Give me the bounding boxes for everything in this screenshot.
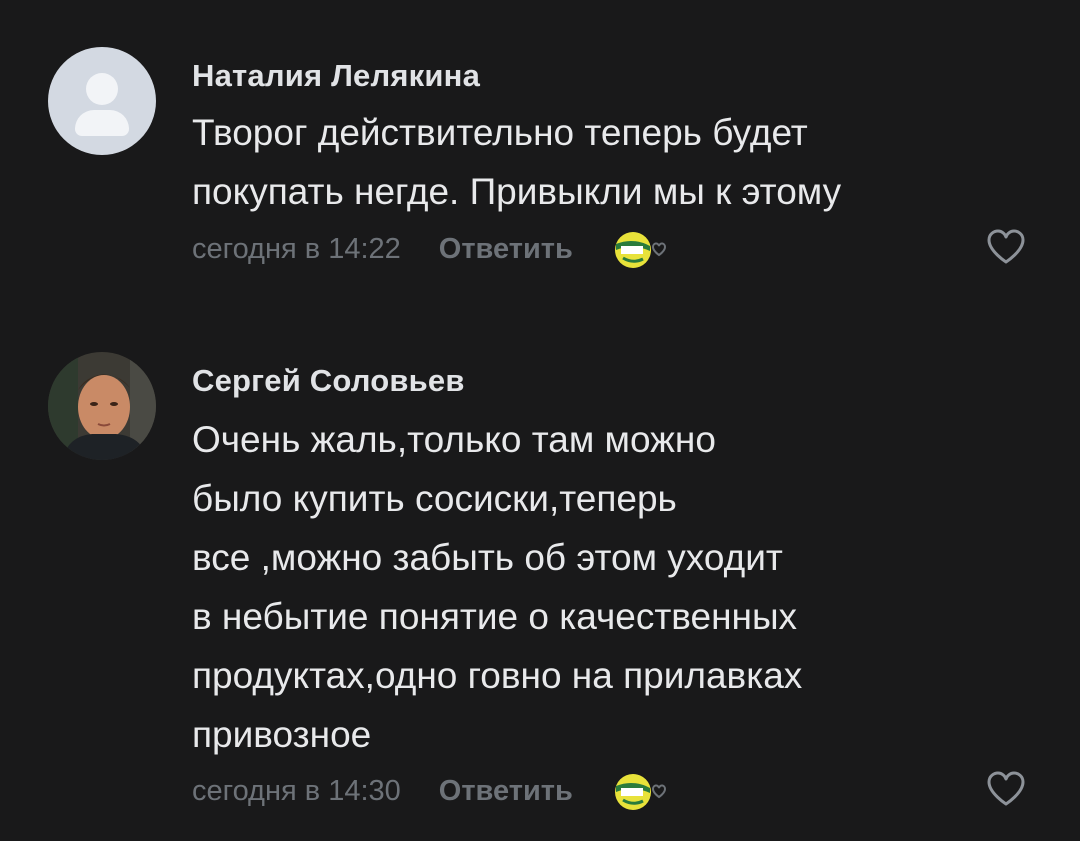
user-placeholder-icon: [86, 73, 118, 105]
user-photo: [48, 352, 156, 460]
avatar[interactable]: [48, 352, 156, 460]
like-heart-icon[interactable]: [985, 770, 1027, 808]
comment-meta: сегодня в 14:22 Ответить: [192, 228, 667, 270]
comment-author[interactable]: Наталия Лелякина: [192, 58, 480, 94]
comment-author[interactable]: Сергей Соловьев: [192, 363, 465, 399]
comment-timestamp: сегодня в 14:30: [192, 774, 401, 807]
like-heart-icon[interactable]: [985, 228, 1027, 266]
avatar[interactable]: [48, 47, 156, 155]
reaction-icon[interactable]: [611, 771, 667, 811]
reaction-icon[interactable]: [611, 229, 667, 269]
comment-text: Творог действительно теперь будет покупа…: [192, 112, 842, 212]
comment-timestamp: сегодня в 14:22: [192, 232, 401, 265]
reply-button[interactable]: Ответить: [439, 233, 573, 266]
comment-text: Очень жаль,только там можно было купить …: [192, 419, 803, 755]
user-placeholder-body: [75, 110, 129, 136]
reply-button[interactable]: Ответить: [439, 775, 573, 808]
comment-meta: сегодня в 14:30 Ответить: [192, 770, 667, 812]
